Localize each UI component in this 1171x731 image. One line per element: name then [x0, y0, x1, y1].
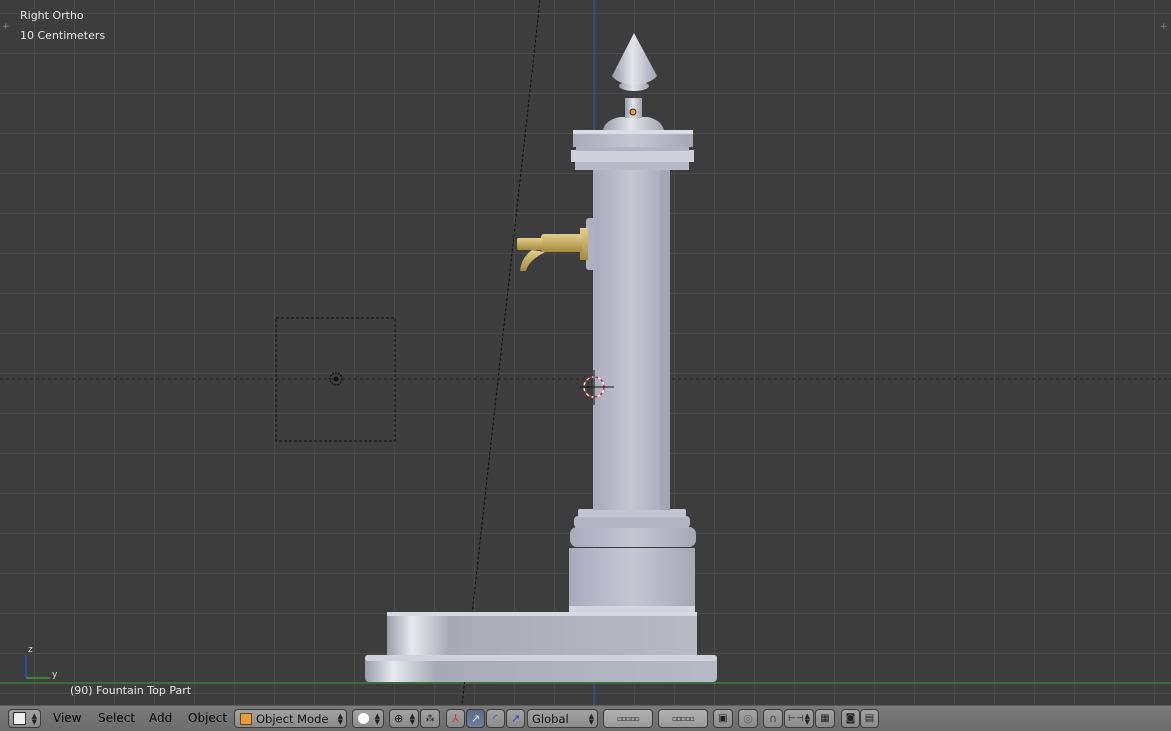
pivot-align-icon: ⁂ — [425, 713, 435, 724]
viewport-shading-icon — [358, 713, 369, 724]
fountain-capital[interactable] — [571, 130, 694, 170]
pivot-icon: ⊕ — [394, 712, 404, 725]
axis-z-label: z — [28, 645, 33, 655]
fountain-spout[interactable] — [517, 218, 596, 271]
snap-grid-icon: ▦ — [820, 713, 830, 724]
render-still-button[interactable]: ◙ — [841, 709, 860, 728]
mode-label: Object Mode — [256, 711, 329, 726]
fountain-column[interactable] — [593, 168, 670, 510]
scene-canvas[interactable]: z y — [0, 0, 1171, 705]
snap-toggle-button[interactable]: ∩ — [763, 709, 783, 728]
manipulator-toggle[interactable]: ⅄ — [446, 709, 465, 728]
proportional-edit-icon: ◎ — [743, 712, 753, 725]
snap-target-icon: ⊢⊣ — [788, 713, 804, 724]
pivot-point-dropdown[interactable]: ⊕ ▲ ▼ — [389, 709, 419, 728]
lock-camera-button[interactable]: ▣ — [713, 709, 733, 728]
editor-type-button[interactable]: ▲ ▼ — [8, 709, 41, 728]
snap-icon: ∩ — [768, 712, 778, 725]
viewport-shading-dropdown[interactable]: ▲ ▼ — [352, 709, 384, 728]
lamp-origin-dot — [333, 376, 339, 382]
axis-gizmo: z y — [25, 645, 58, 680]
fountain-base[interactable] — [365, 612, 717, 682]
grid-scale-label: 10 Centimeters — [20, 29, 106, 42]
corner-split-widget-left[interactable]: + — [2, 22, 12, 32]
object-origin-dot[interactable] — [629, 108, 637, 116]
snap-element-dropdown[interactable]: ⊢⊣ ▲ ▼ — [784, 709, 814, 728]
view-name-label: Right Ortho — [20, 9, 84, 22]
fountain-pedestal[interactable] — [569, 509, 696, 612]
editor-type-icon — [13, 712, 26, 725]
render-animation-icon: ▤ — [864, 713, 875, 724]
active-object-label: (90) Fountain Top Part — [70, 684, 192, 697]
camera-line — [461, 0, 541, 705]
menu-select[interactable]: Select — [98, 711, 135, 725]
scale-icon: ↗ — [510, 712, 521, 725]
menu-add[interactable]: Add — [149, 711, 172, 725]
3d-view-header: ▲ ▼ View Select Add Object Object Mode ▲ ▼… — [0, 705, 1171, 731]
3d-viewport[interactable]: z y Right Ortho 10 Centimeters (90) Foun… — [0, 0, 1171, 705]
menu-view[interactable]: View — [53, 711, 81, 725]
mode-dropdown[interactable]: Object Mode ▲ ▼ — [234, 709, 347, 728]
scale-manipulator-button[interactable]: ↗ — [506, 709, 525, 728]
layer-icon: ▫▫▫▫▫ — [616, 714, 640, 723]
snap-target-button[interactable]: ▦ — [815, 709, 835, 728]
transform-orientation-label: Global — [532, 711, 569, 726]
lock-icon: ▣ — [718, 713, 728, 724]
menu-object[interactable]: Object — [188, 711, 227, 725]
layer-icon-2: ▫▫▫▫▫ — [671, 714, 695, 723]
pivot-align-button[interactable]: ⁂ — [420, 709, 440, 728]
object-mode-cube-icon — [240, 712, 252, 725]
rotate-manipulator-button[interactable]: ◜ — [486, 709, 505, 728]
render-camera-icon: ◙ — [845, 713, 856, 724]
translate-icon: ↗ — [470, 712, 481, 725]
rotate-icon: ◜ — [493, 712, 498, 725]
transform-orientation-dropdown[interactable]: Global ▲ ▼ — [527, 709, 598, 728]
layers-group-2[interactable]: ▫▫▫▫▫ — [658, 709, 708, 728]
proportional-edit-button[interactable]: ◎ — [738, 709, 758, 728]
axis-y-label: y — [52, 670, 58, 680]
translate-manipulator-button[interactable]: ↗ — [466, 709, 485, 728]
manipulator-icon: ⅄ — [452, 712, 459, 725]
render-animation-button[interactable]: ▤ — [860, 709, 879, 728]
layers-group-1[interactable]: ▫▫▫▫▫ — [603, 709, 653, 728]
corner-split-widget-right[interactable]: + — [1160, 22, 1170, 32]
